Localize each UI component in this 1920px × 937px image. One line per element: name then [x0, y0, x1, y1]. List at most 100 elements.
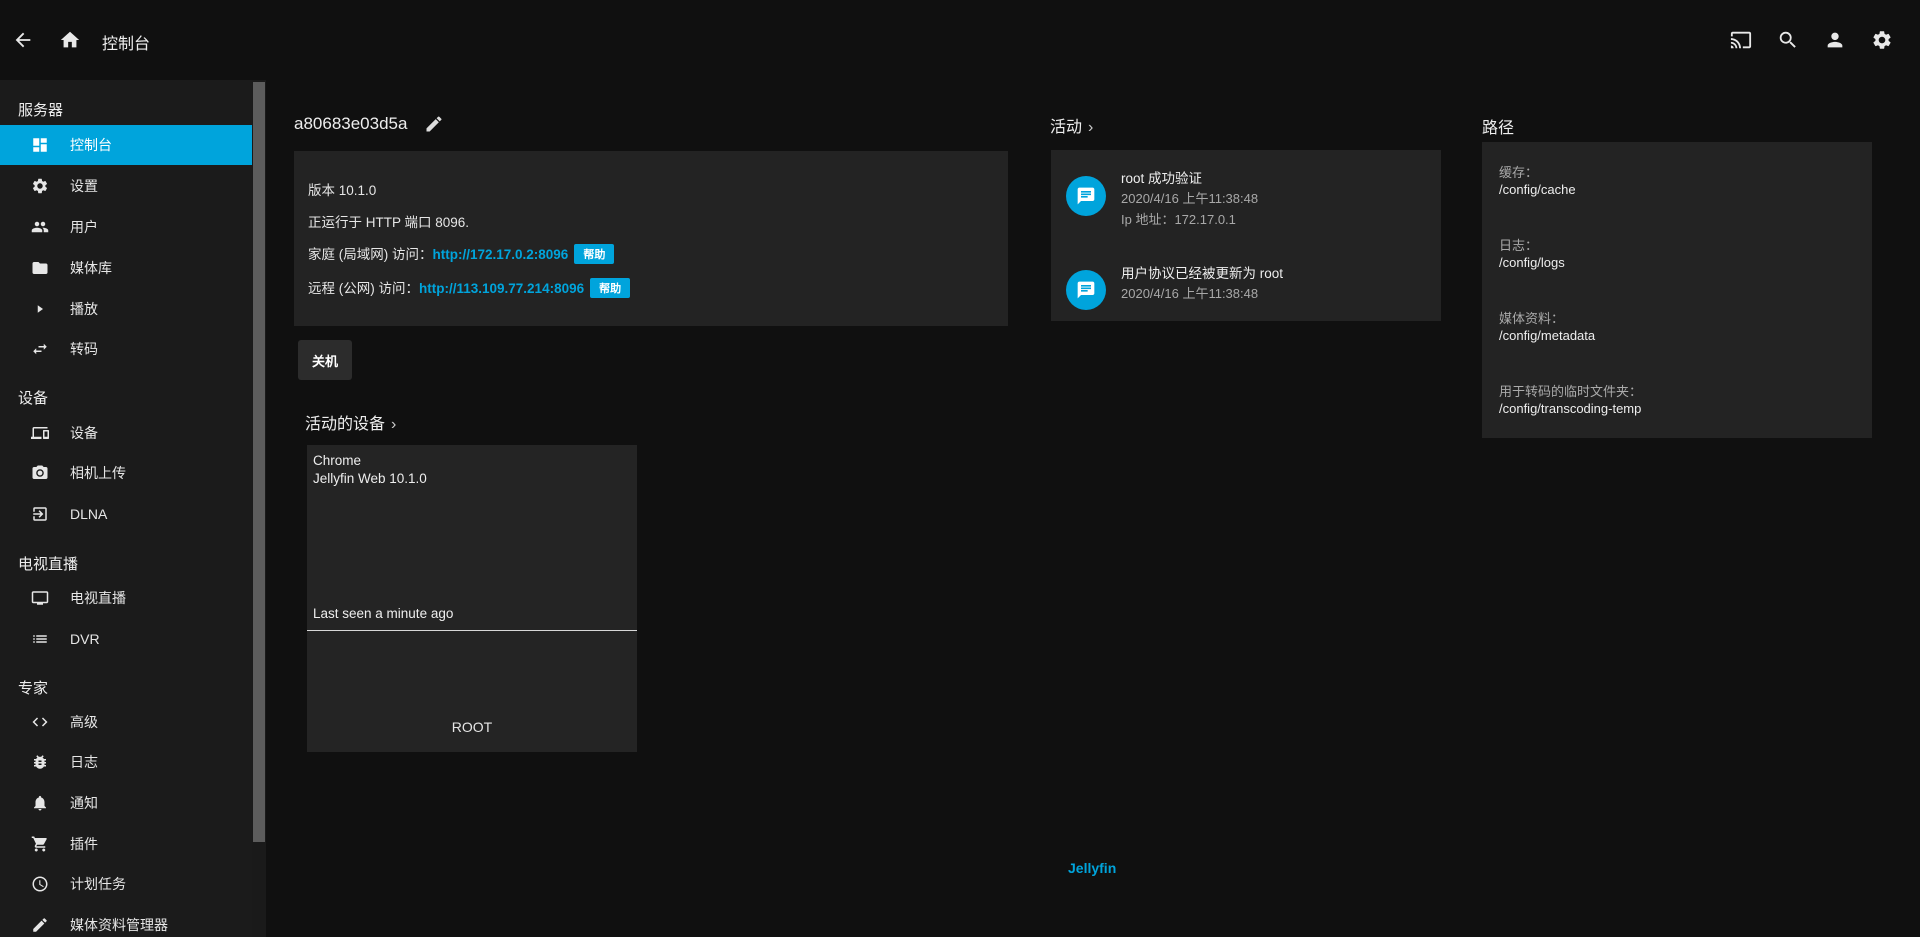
- local-access-row: 家庭 (局域网) 访问：http://172.17.0.2:8096 帮助: [308, 243, 615, 264]
- sidebar-item-dvr[interactable]: DVR: [0, 619, 252, 659]
- sidebar-section-devices: 设备: [18, 390, 49, 407]
- people-icon: [30, 217, 50, 237]
- folder-icon: [30, 258, 50, 278]
- sidebar-item-settings[interactable]: 设置: [0, 166, 252, 206]
- path-value: /config/cache: [1499, 182, 1576, 197]
- app-header: 控制台: [0, 0, 1920, 80]
- play-icon: [30, 299, 50, 319]
- sidebar-item-label: 通知: [70, 795, 98, 811]
- activity-time: 2020/4/16 上午11:38:48: [1121, 286, 1259, 301]
- user-icon[interactable]: [1819, 24, 1851, 56]
- sidebar-item-label: 相机上传: [70, 465, 126, 481]
- sidebar-section-server: 服务器: [18, 102, 64, 119]
- sidebar-item-label: 日志: [70, 754, 98, 770]
- sidebar-item-label: 高级: [70, 714, 98, 730]
- running-text: 正运行于 HTTP 端口 8096.: [308, 215, 470, 230]
- list-icon: [30, 629, 50, 649]
- bell-icon: [30, 793, 50, 813]
- sidebar-item-library[interactable]: 媒体库: [0, 248, 252, 288]
- device-app: Jellyfin Web 10.1.0: [313, 471, 427, 486]
- sidebar: 服务器 控制台 设置 用户 媒体库 播放 转码 设备 设备 相机上传 DLNA …: [0, 80, 252, 937]
- paths-title: 路径: [1482, 120, 1515, 137]
- search-icon[interactable]: [1772, 24, 1804, 56]
- activity-item[interactable]: root 成功验证 2020/4/16 上午11:38:48 Ip 地址：172…: [1051, 150, 1441, 227]
- devices-icon: [30, 423, 50, 443]
- remote-help-button[interactable]: 帮助: [590, 278, 631, 298]
- sidebar-item-dashboard[interactable]: 控制台: [0, 125, 252, 165]
- sidebar-item-logs[interactable]: 日志: [0, 742, 252, 782]
- sidebar-item-label: 设置: [70, 178, 98, 194]
- cast-icon[interactable]: [1725, 24, 1757, 56]
- path-value: /config/transcoding-temp: [1499, 401, 1642, 416]
- sidebar-item-label: 计划任务: [70, 876, 126, 892]
- sidebar-item-playback[interactable]: 播放: [0, 289, 252, 329]
- jellyfin-link[interactable]: Jellyfin: [1068, 860, 1116, 876]
- dashboard-icon: [30, 135, 50, 155]
- sidebar-section-livetv: 电视直播: [18, 556, 79, 573]
- sidebar-item-metadata-manager[interactable]: 媒体资料管理器: [0, 905, 252, 937]
- code-icon: [30, 712, 50, 732]
- sidebar-item-label: 媒体资料管理器: [70, 917, 168, 933]
- activity-card: root 成功验证 2020/4/16 上午11:38:48 Ip 地址：172…: [1051, 150, 1441, 321]
- activity-title[interactable]: 活动 ›: [1050, 113, 1093, 137]
- device-divider: [307, 630, 637, 631]
- path-value: /config/logs: [1499, 255, 1565, 270]
- sidebar-item-label: 插件: [70, 836, 98, 852]
- sidebar-section-expert: 专家: [18, 680, 49, 697]
- dashboard-main: a80683e03d5a 版本 10.1.0 正运行于 HTTP 端口 8096…: [266, 80, 1920, 937]
- gear-icon[interactable]: [1866, 24, 1898, 56]
- local-access-link[interactable]: http://172.17.0.2:8096: [433, 247, 569, 262]
- path-label: 媒体资料：: [1499, 311, 1565, 326]
- server-info-card: 版本 10.1.0 正运行于 HTTP 端口 8096. 家庭 (局域网) 访问…: [294, 151, 1008, 326]
- sidebar-item-notifications[interactable]: 通知: [0, 783, 252, 823]
- activity-time: 2020/4/16 上午11:38:48: [1121, 191, 1259, 206]
- sidebar-item-label: 播放: [70, 301, 98, 317]
- paths-card: 缓存： /config/cache 日志： /config/logs 媒体资料：…: [1482, 142, 1872, 438]
- message-icon: [1066, 176, 1106, 216]
- message-icon: [1066, 270, 1106, 310]
- sidebar-item-dlna[interactable]: DLNA: [0, 494, 252, 534]
- pencil-icon[interactable]: [422, 112, 446, 136]
- camera-icon: [30, 463, 50, 483]
- path-label: 用于转码的临时文件夹：: [1499, 384, 1643, 399]
- device-last-seen: Last seen a minute ago: [313, 606, 454, 621]
- remote-access-label: 远程 (公网) 访问：: [308, 281, 419, 296]
- activity-title-text: root 成功验证: [1121, 171, 1203, 186]
- path-value: /config/metadata: [1499, 328, 1596, 343]
- sidebar-item-label: 设备: [70, 425, 98, 441]
- device-card[interactable]: Chrome Jellyfin Web 10.1.0 Last seen a m…: [307, 445, 637, 752]
- tv-icon: [30, 588, 50, 608]
- path-label: 日志：: [1499, 238, 1539, 253]
- sidebar-item-devices[interactable]: 设备: [0, 413, 252, 453]
- transcode-icon: [30, 339, 50, 359]
- cart-icon: [30, 834, 50, 854]
- shutdown-button[interactable]: 关机: [298, 340, 352, 380]
- path-label: 缓存：: [1499, 165, 1539, 180]
- pencil-icon: [30, 915, 50, 935]
- sidebar-item-advanced[interactable]: 高级: [0, 702, 252, 742]
- local-help-button[interactable]: 帮助: [574, 244, 615, 264]
- remote-access-row: 远程 (公网) 访问：http://113.109.77.214:8096 帮助: [308, 277, 631, 298]
- sidebar-item-label: 控制台: [70, 137, 112, 153]
- sidebar-item-transcoding[interactable]: 转码: [0, 329, 252, 369]
- home-icon[interactable]: [54, 24, 86, 56]
- sidebar-item-label: 用户: [70, 219, 98, 235]
- dlna-icon: [30, 504, 50, 524]
- remote-access-link[interactable]: http://113.109.77.214:8096: [419, 281, 584, 296]
- sidebar-item-plugins[interactable]: 插件: [0, 824, 252, 864]
- chevron-right-icon: ›: [1088, 119, 1094, 136]
- clock-icon: [30, 874, 50, 894]
- sidebar-scrollbar-thumb[interactable]: [253, 82, 265, 842]
- device-user: ROOT: [451, 719, 493, 735]
- active-devices-title[interactable]: 活动的设备 ›: [305, 410, 396, 434]
- gear-icon: [30, 176, 50, 196]
- active-devices-label: 活动的设备: [305, 416, 386, 433]
- sidebar-item-scheduled-tasks[interactable]: 计划任务: [0, 864, 252, 904]
- activity-item[interactable]: 用户协议已经被更新为 root 2020/4/16 上午11:38:48: [1051, 245, 1441, 315]
- activity-label: 活动: [1050, 119, 1083, 136]
- sidebar-item-users[interactable]: 用户: [0, 207, 252, 247]
- sidebar-item-livetv[interactable]: 电视直播: [0, 578, 252, 618]
- sidebar-item-camera-upload[interactable]: 相机上传: [0, 453, 252, 493]
- back-arrow-icon[interactable]: [7, 24, 39, 56]
- sidebar-item-label: 电视直播: [70, 590, 126, 606]
